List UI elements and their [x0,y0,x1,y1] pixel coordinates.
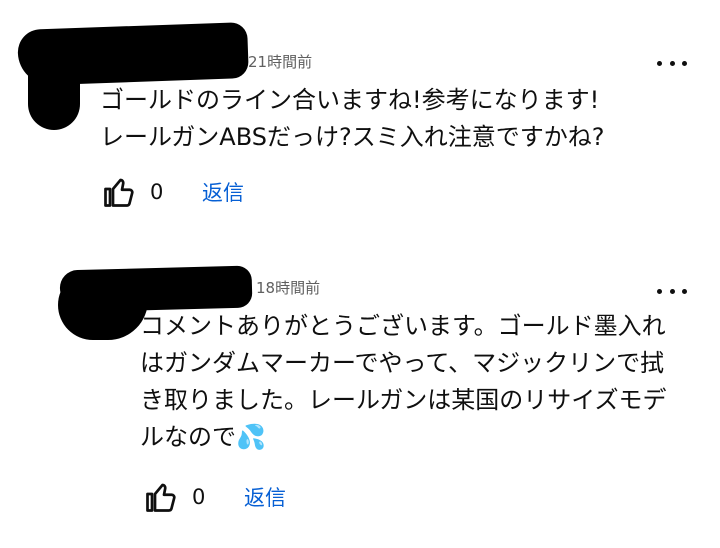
more-vert-icon [657,60,662,66]
thumbs-up-icon [146,483,176,512]
comment-line: レールガンABSだっけ?スミ入れ注意ですかね? [100,123,605,151]
comment-text: ゴールドのライン合いますね!参考になります! レールガンABSだっけ?スミ入れ注… [100,82,604,156]
like-count: 0 [150,180,164,204]
comment-reply: 18時間前 コメントありがとうございます。ゴールド墨入れ はガンダムマーカーでや… [0,230,720,548]
more-options-button[interactable] [657,281,687,301]
comment-line: はガンダムマーカーでやって、マジックリンで拭 [140,349,665,377]
comment-line: ゴールドのライン合いますね!参考になります! [100,86,600,114]
comment-line: き取りました。レールガンは某国のリサイズモデ [140,386,667,414]
like-button[interactable] [142,478,180,516]
more-vert-icon [657,288,662,294]
thumbs-up-icon [104,178,134,207]
like-button[interactable] [100,173,138,211]
comment-timestamp: 21時間前 [248,53,313,71]
like-count: 0 [192,485,206,509]
more-options-button[interactable] [657,53,687,73]
reply-button[interactable]: 返信 [244,482,286,512]
comment-text: コメントありがとうございます。ゴールド墨入れ はガンダムマーカーでやって、マジッ… [140,308,667,456]
redacted-avatar [58,270,148,340]
comment-line: ルなので💦 [140,423,266,451]
comment-line: コメントありがとうございます。ゴールド墨入れ [140,312,666,340]
redacted-avatar [28,30,80,130]
comment: 21時間前 ゴールドのライン合いますね!参考になります! レールガンABSだっけ… [0,0,720,230]
comment-actions: 0 返信 [142,478,286,516]
comment-actions: 0 返信 [100,173,244,211]
reply-button[interactable]: 返信 [202,177,244,207]
comment-timestamp: 18時間前 [256,279,321,297]
